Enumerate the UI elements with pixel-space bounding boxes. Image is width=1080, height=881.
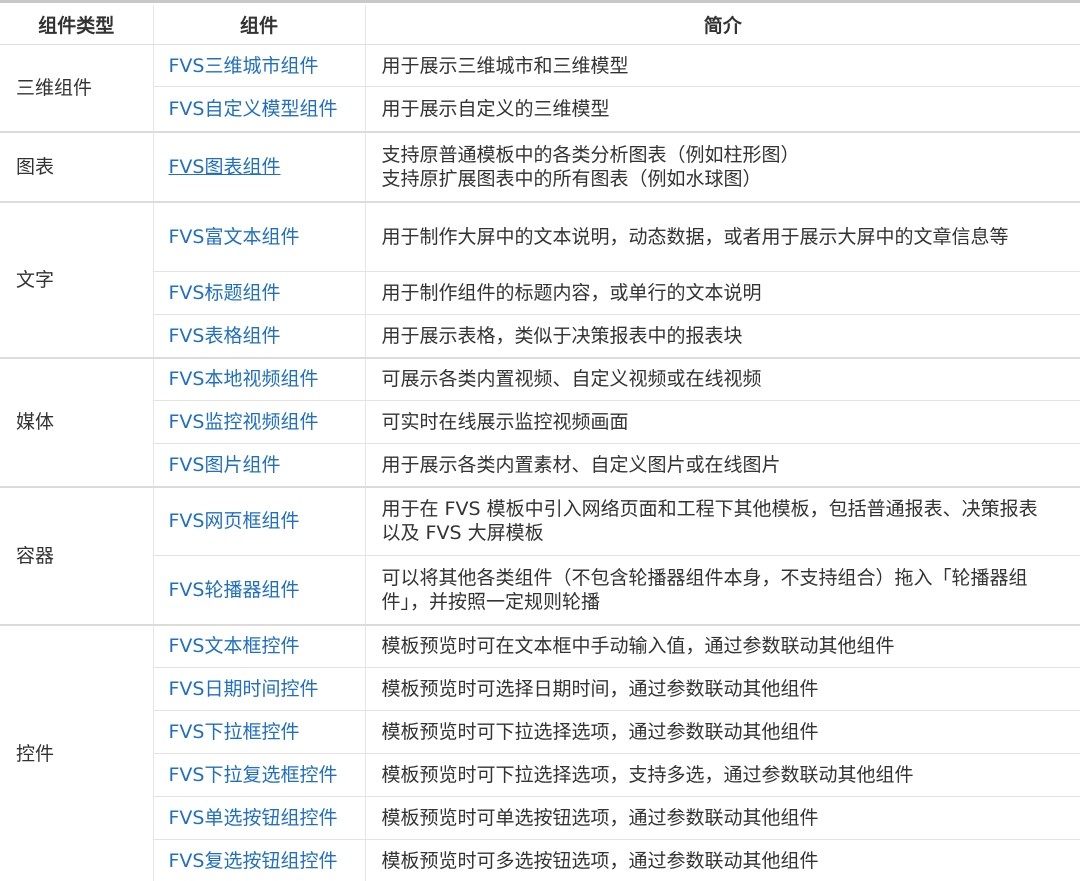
component-type-cell: 图表 xyxy=(0,131,154,203)
table-row: FVS轮播器组件 可以将其他各类组件（不包含轮播器组件本身，不支持组合）拖入「轮播… xyxy=(0,555,1080,626)
component-description-cell: 可以将其他各类组件（不包含轮播器组件本身，不支持组合）拖入「轮播器组件」，并按照… xyxy=(365,555,1080,626)
table-row: FVS标题组件 用于制作组件的标题内容，或单行的文本说明 xyxy=(0,271,1080,315)
component-link[interactable]: FVS单选按钮组控件 xyxy=(169,807,338,829)
table-row: 控件 FVS文本框控件 模板预览时可在文本框中手动输入值，通过参数联动其他组件 xyxy=(0,624,1080,881)
component-link[interactable]: FVS下拉框控件 xyxy=(169,721,300,743)
component-description-cell: 用于展示自定义的三维模型 xyxy=(365,86,1080,133)
table-row: FVS单选按钮组控件 模板预览时可单选按钮选项，通过参数联动其他组件 xyxy=(0,796,1080,840)
table-row: 文字 FVS富文本组件 用于制作大屏中的文本说明，动态数据，或者用于展示大屏中的文章… xyxy=(0,201,1080,359)
component-link-cell[interactable]: FVS网页框组件 xyxy=(153,486,366,556)
table-row: FVS日期时间控件 模板预览时可选择日期时间，通过参数联动其他组件 xyxy=(0,667,1080,711)
component-link[interactable]: FVS日期时间控件 xyxy=(169,678,319,700)
table-row: FVS图片组件 用于展示各类内置素材、自定义图片或在线图片 xyxy=(0,443,1080,488)
component-link-cell[interactable]: FVS监控视频组件 xyxy=(153,400,366,444)
component-description-cell: 支持原普通模板中的各类分析图表（例如柱形图） 支持原扩展图表中的所有图表（例如水球… xyxy=(365,131,1080,203)
component-link-cell[interactable]: FVS日期时间控件 xyxy=(153,667,366,711)
component-table: 组件类型 组件 简介 三维组件 FVS三维城市组件 用于展示三维城市和三维模型 FVS… xyxy=(0,5,1080,881)
component-link[interactable]: FVS富文本组件 xyxy=(169,226,300,248)
table-row: 三维组件 FVS三维城市组件 用于展示三维城市和三维模型 xyxy=(0,44,1080,133)
component-link-cell[interactable]: FVS自定义模型组件 xyxy=(153,86,366,133)
component-table-container: 组件类型 组件 简介 三维组件 FVS三维城市组件 用于展示三维城市和三维模型 FVS… xyxy=(0,0,1080,881)
component-description-cell: 用于展示表格，类似于决策报表中的报表块 xyxy=(365,314,1080,359)
component-description-cell: 可展示各类内置视频、自定义视频或在线视频 xyxy=(365,357,1080,401)
component-link-cell[interactable]: FVS本地视频组件 xyxy=(153,357,366,401)
component-link[interactable]: FVS网页框组件 xyxy=(169,510,300,532)
component-type-cell: 文字 xyxy=(0,201,154,359)
component-link-cell[interactable]: FVS单选按钮组控件 xyxy=(153,796,366,840)
component-description-cell: 模板预览时可在文本框中手动输入值，通过参数联动其他组件 xyxy=(365,624,1080,668)
component-description-cell: 模板预览时可单选按钮选项，通过参数联动其他组件 xyxy=(365,796,1080,840)
component-link[interactable]: FVS下拉复选框控件 xyxy=(169,764,338,786)
table-row: FVS下拉框控件 模板预览时可下拉选择选项，通过参数联动其他组件 xyxy=(0,710,1080,754)
component-type-cell: 控件 xyxy=(0,624,154,881)
table-row: FVS监控视频组件 可实时在线展示监控视频画面 xyxy=(0,400,1080,444)
table-row: 容器 FVS网页框组件 用于在 FVS 模板中引入网络页面和工程下其他模板，包括普通… xyxy=(0,486,1080,626)
component-link-cell[interactable]: FVS复选按钮组控件 xyxy=(153,839,366,881)
component-description-cell: 用于展示三维城市和三维模型 xyxy=(365,44,1080,87)
component-type-cell: 容器 xyxy=(0,486,154,626)
component-link-cell[interactable]: FVS表格组件 xyxy=(153,314,366,359)
component-link-cell[interactable]: FVS三维城市组件 xyxy=(153,44,366,87)
component-type-cell: 媒体 xyxy=(0,357,154,488)
header-type: 组件类型 xyxy=(0,5,154,45)
component-link[interactable]: FVS图表组件 xyxy=(169,156,281,178)
component-link[interactable]: FVS文本框控件 xyxy=(169,635,300,657)
component-link[interactable]: FVS标题组件 xyxy=(169,282,281,304)
component-link-cell[interactable]: FVS图表组件 xyxy=(153,131,366,203)
component-link-cell[interactable]: FVS下拉框控件 xyxy=(153,710,366,754)
table-row: FVS表格组件 用于展示表格，类似于决策报表中的报表块 xyxy=(0,314,1080,359)
component-link[interactable]: FVS复选按钮组控件 xyxy=(169,850,338,872)
component-link[interactable]: FVS表格组件 xyxy=(169,325,281,347)
component-description-cell: 可实时在线展示监控视频画面 xyxy=(365,400,1080,444)
component-link-cell[interactable]: FVS图片组件 xyxy=(153,443,366,488)
component-link[interactable]: FVS监控视频组件 xyxy=(169,411,319,433)
component-link-cell[interactable]: FVS文本框控件 xyxy=(153,624,366,668)
component-link-cell[interactable]: FVS富文本组件 xyxy=(153,201,366,272)
header-description: 简介 xyxy=(365,5,1080,45)
component-description-cell: 用于制作组件的标题内容，或单行的文本说明 xyxy=(365,271,1080,315)
component-description-cell: 模板预览时可下拉选择选项，支持多选，通过参数联动其他组件 xyxy=(365,753,1080,797)
component-link[interactable]: FVS自定义模型组件 xyxy=(169,98,338,120)
table-body: 三维组件 FVS三维城市组件 用于展示三维城市和三维模型 FVS自定义模型组件 用于展示… xyxy=(0,44,1080,881)
component-link-cell[interactable]: FVS轮播器组件 xyxy=(153,555,366,626)
table-row: FVS自定义模型组件 用于展示自定义的三维模型 xyxy=(0,86,1080,133)
header-component: 组件 xyxy=(153,5,366,45)
table-row: 媒体 FVS本地视频组件 可展示各类内置视频、自定义视频或在线视频 xyxy=(0,357,1080,488)
component-description-cell: 模板预览时可选择日期时间，通过参数联动其他组件 xyxy=(365,667,1080,711)
component-description-cell: 用于展示各类内置素材、自定义图片或在线图片 xyxy=(365,443,1080,488)
table-row: FVS复选按钮组控件 模板预览时可多选按钮选项，通过参数联动其他组件 xyxy=(0,839,1080,881)
table-row: 图表 FVS图表组件 支持原普通模板中的各类分析图表（例如柱形图） 支持原扩展图表中的… xyxy=(0,131,1080,203)
component-description-cell: 用于在 FVS 模板中引入网络页面和工程下其他模板，包括普通报表、决策报表以及 … xyxy=(365,486,1080,556)
component-link[interactable]: FVS图片组件 xyxy=(169,454,281,476)
component-description-cell: 模板预览时可下拉选择选项，通过参数联动其他组件 xyxy=(365,710,1080,754)
component-link[interactable]: FVS本地视频组件 xyxy=(169,368,319,390)
component-type-cell: 三维组件 xyxy=(0,44,154,133)
component-link-cell[interactable]: FVS标题组件 xyxy=(153,271,366,315)
table-row: FVS下拉复选框控件 模板预览时可下拉选择选项，支持多选，通过参数联动其他组件 xyxy=(0,753,1080,797)
component-link[interactable]: FVS轮播器组件 xyxy=(169,579,300,601)
component-link[interactable]: FVS三维城市组件 xyxy=(169,55,319,77)
component-description-cell: 模板预览时可多选按钮选项，通过参数联动其他组件 xyxy=(365,839,1080,881)
table-header-row: 组件类型 组件 简介 xyxy=(0,5,1080,45)
component-description-cell: 用于制作大屏中的文本说明，动态数据，或者用于展示大屏中的文章信息等 xyxy=(365,201,1080,272)
component-link-cell[interactable]: FVS下拉复选框控件 xyxy=(153,753,366,797)
